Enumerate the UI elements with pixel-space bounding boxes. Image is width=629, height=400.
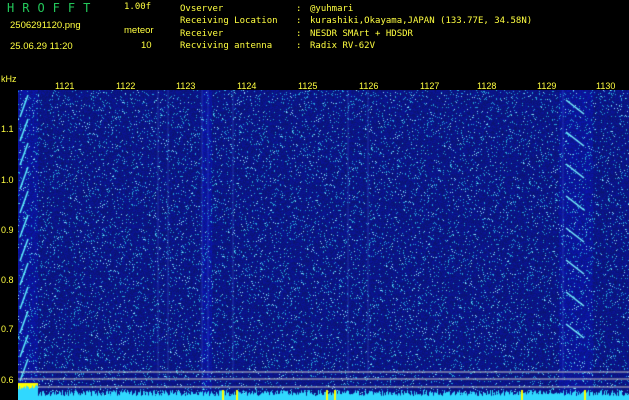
info-row-receiver: Receiver : NESDR SMArt + HDSDR (180, 28, 532, 40)
info-separator: : (296, 41, 302, 52)
datetime-label: 25.06.29 11:20 (10, 41, 73, 52)
y-tick-label: 0.8 (1, 275, 14, 285)
info-key: Ovserver (180, 4, 224, 14)
info-key: Receiver (180, 28, 224, 39)
info-key: Receiving Location (180, 16, 278, 27)
info-value: Radix RV-62V (310, 41, 376, 52)
info-value: @yuhmari (310, 4, 354, 14)
station-info: Ovserver : @yuhmari Receiving Location :… (180, 3, 532, 53)
spectrogram-canvas (18, 90, 629, 400)
info-value: kurashiki,Okayama,JAPAN (133.77E, 34.58N… (310, 16, 533, 27)
meteor-label: meteor (124, 25, 154, 36)
info-separator: : (296, 16, 302, 27)
info-row-antenna: Recviving antenna : Radix RV-62V (180, 40, 532, 52)
y-tick-label: 1.1 (1, 124, 14, 134)
info-separator: : (296, 28, 302, 39)
y-tick-label: 0.9 (1, 225, 14, 235)
header-panel: HROFFT 1.00f 2506291120.png meteor 25.06… (0, 0, 629, 78)
version-label: 1.00f (124, 2, 152, 12)
info-row-location: Receiving Location : kurashiki,Okayama,J… (180, 15, 532, 27)
meteor-count: 10 (141, 40, 152, 51)
info-row-observer: Ovserver : @yuhmari (180, 3, 532, 15)
app-title: HROFFT (7, 1, 99, 15)
y-tick-label: 1.0 (1, 175, 14, 185)
y-tick-label: 0.7 (1, 324, 14, 334)
info-value: NESDR SMArt + HDSDR (310, 28, 413, 39)
filename-label: 2506291120.png (10, 20, 81, 31)
y-axis-unit: kHz (1, 74, 17, 84)
info-key: Recviving antenna (180, 41, 273, 52)
y-tick-label: 0.6 (1, 375, 14, 385)
info-separator: : (296, 4, 302, 14)
